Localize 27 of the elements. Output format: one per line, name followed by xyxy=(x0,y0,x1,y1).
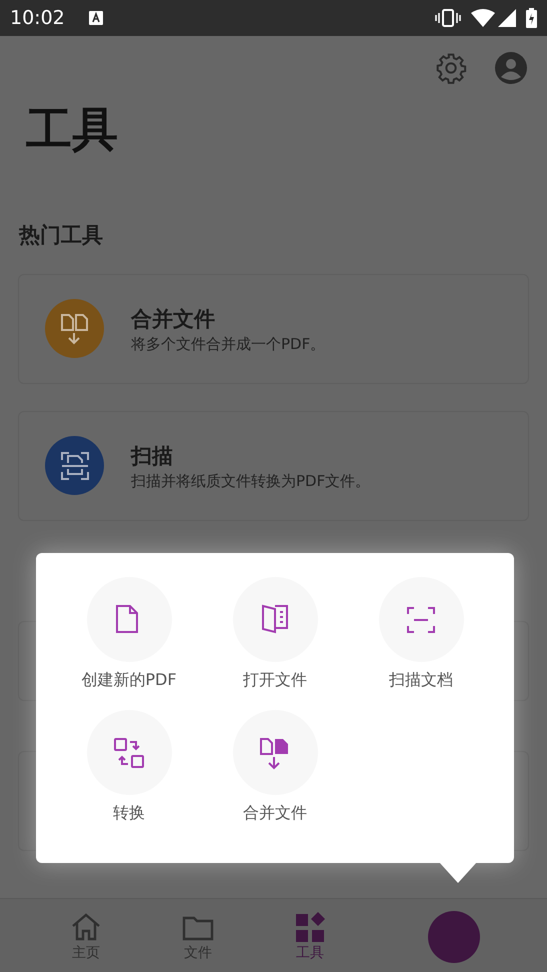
tool-label: 扫描文档 xyxy=(389,669,453,691)
tool-description: 扫描并将纸质文件转换为PDF文件。 xyxy=(131,470,370,490)
tool-title: 扫描 xyxy=(131,442,174,470)
status-time: 10:02 xyxy=(10,6,65,31)
account-icon[interactable] xyxy=(495,52,527,84)
tool-card[interactable]: 合并文件 将多个文件合并成一个PDF。 xyxy=(18,274,529,384)
convert-icon xyxy=(112,736,146,770)
scan-icon xyxy=(60,450,90,480)
tool-description: 将多个文件合并成一个PDF。 xyxy=(131,334,326,354)
section-heading: 热门工具 xyxy=(19,222,104,249)
tool-title: 合并文件 xyxy=(131,306,216,332)
tool-label: 转换 xyxy=(113,802,145,824)
settings-icon[interactable] xyxy=(435,52,467,84)
keyboard-status-icon xyxy=(88,11,103,25)
vibrate-icon xyxy=(435,9,461,27)
tool-label: 打开文件 xyxy=(243,669,307,691)
battery-icon xyxy=(526,8,537,28)
nav-tab[interactable]: 工具 xyxy=(254,899,366,972)
tool-label: 创建新的PDF xyxy=(81,669,177,691)
merge-files-icon xyxy=(60,312,90,344)
tool-label: 合并文件 xyxy=(243,802,307,824)
floating-action-button[interactable] xyxy=(428,911,480,963)
signal-icon xyxy=(498,9,516,27)
page-title: 工具 xyxy=(26,106,119,152)
tool-card[interactable]: 扫描 扫描并将纸质文件转换为PDF文件。 xyxy=(18,410,529,520)
wifi-icon xyxy=(471,9,495,27)
tools-grid-icon xyxy=(293,911,327,943)
